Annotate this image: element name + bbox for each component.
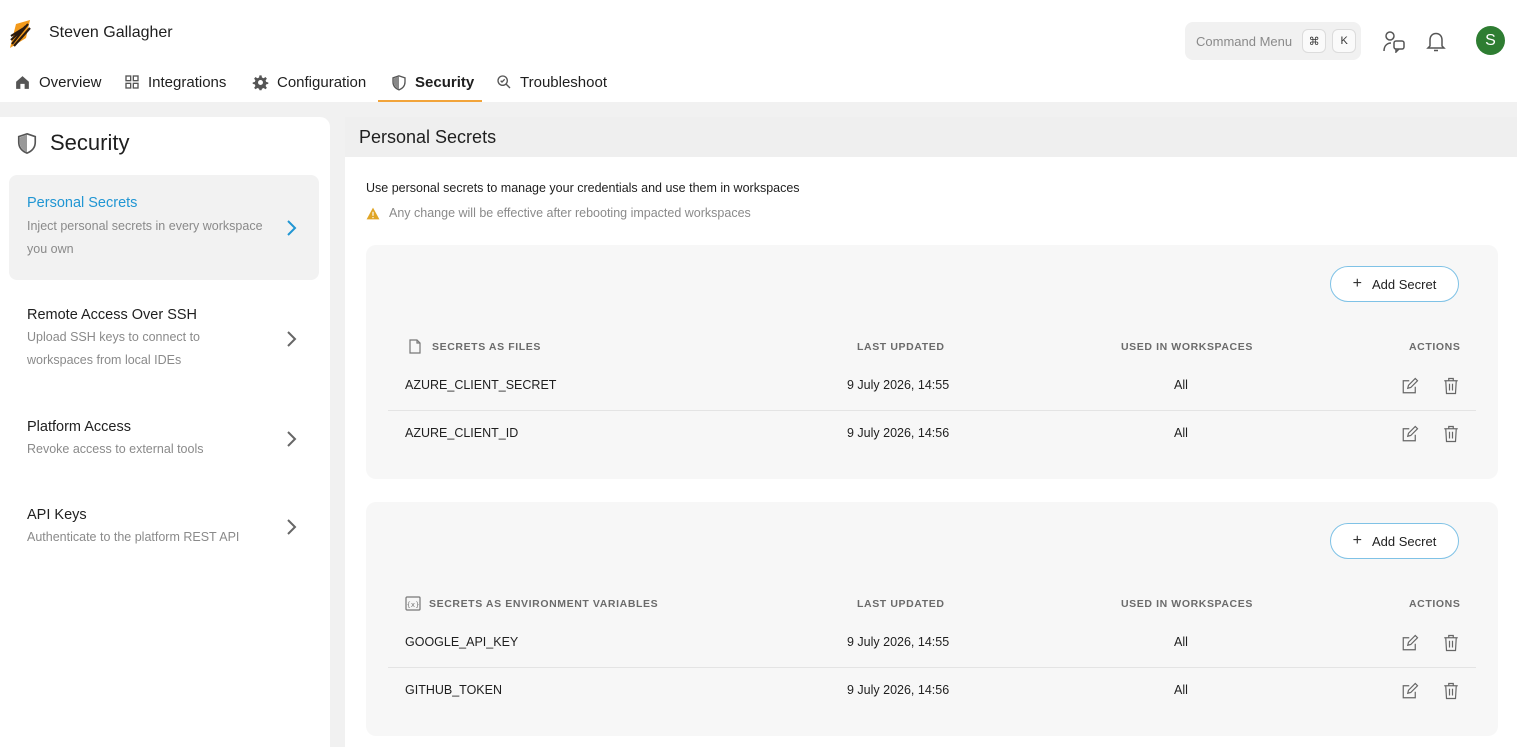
actions-header: ACTIONS [1409, 341, 1461, 353]
used-in-workspaces-header: USED IN WORKSPACES [1121, 598, 1253, 610]
chevron-right-icon [287, 519, 297, 535]
support-chat-icon[interactable] [1381, 28, 1407, 54]
add-secret-button[interactable]: + Add Secret [1330, 523, 1459, 559]
sidebar-item-remote-access-ssh[interactable]: Remote Access Over SSH Upload SSH keys t… [9, 290, 319, 390]
app-logo[interactable] [6, 18, 34, 50]
sidebar-item-desc: Revoke access to external tools [27, 442, 204, 456]
table-row: GOOGLE_API_KEY 9 July 2026, 14:55 All [388, 620, 1476, 668]
plus-icon: + [1352, 275, 1362, 292]
chevron-right-icon [287, 220, 297, 236]
secret-used: All [1174, 635, 1188, 649]
sidebar-item-title: API Keys [27, 507, 87, 523]
actions-header: ACTIONS [1409, 598, 1461, 610]
last-updated-header: LAST UPDATED [857, 341, 945, 353]
secret-name: AZURE_CLIENT_ID [405, 426, 519, 440]
personal-secrets-panel: Personal Secrets Use personal secrets to… [345, 117, 1517, 747]
sidebar-item-title: Platform Access [27, 419, 131, 435]
table-row: AZURE_CLIENT_SECRET 9 July 2026, 14:55 A… [388, 363, 1476, 411]
secrets-env-card: + Add Secret {x} SECRETS AS ENVIRONMENT … [366, 502, 1498, 736]
add-secret-label: Add Secret [1372, 276, 1437, 292]
shield-icon [17, 132, 37, 154]
environment-variable-icon: {x} [405, 596, 421, 611]
trash-icon[interactable] [1442, 682, 1460, 700]
chevron-right-icon [287, 331, 297, 347]
tab-security[interactable]: Security [391, 68, 474, 102]
shield-icon [392, 75, 406, 91]
bell-icon[interactable] [1423, 28, 1449, 54]
k-key-badge: K [1332, 29, 1357, 53]
page-title: Personal Secrets [359, 127, 497, 147]
used-in-workspaces-header: USED IN WORKSPACES [1121, 341, 1253, 353]
sidebar-item-title: Remote Access Over SSH [27, 307, 198, 323]
sidebar-header: Security [16, 130, 129, 156]
user-name: Steven Gallagher [49, 24, 173, 41]
command-menu-button[interactable]: Command Menu ⌘ K [1185, 22, 1361, 60]
secret-name: AZURE_CLIENT_SECRET [405, 378, 557, 392]
tab-label: Overview [39, 74, 102, 91]
secret-updated: 9 July 2026, 14:55 [847, 635, 950, 649]
table-row: AZURE_CLIENT_ID 9 July 2026, 14:56 All [388, 411, 1476, 459]
command-key-badge: ⌘ [1302, 29, 1327, 53]
plus-icon: + [1352, 532, 1362, 549]
sidebar-item-personal-secrets[interactable]: Personal Secrets Inject personal secrets… [9, 175, 319, 280]
secret-name: GITHUB_TOKEN [405, 683, 503, 697]
files-section-header: SECRETS AS FILES [432, 341, 541, 353]
warning-icon [366, 207, 380, 219]
secret-name: GOOGLE_API_KEY [405, 635, 519, 649]
tab-overview[interactable]: Overview [14, 68, 102, 102]
grid-icon [125, 75, 139, 89]
env-section-header: SECRETS AS ENVIRONMENT VARIABLES [429, 598, 659, 610]
svg-text:{x}: {x} [406, 601, 419, 609]
tab-troubleshoot[interactable]: Troubleshoot [496, 68, 607, 102]
secret-used: All [1174, 683, 1188, 697]
main-tabs: Overview Integrations Configuration Secu… [0, 68, 1517, 102]
add-secret-button[interactable]: + Add Secret [1330, 266, 1459, 302]
command-menu-label: Command Menu [1196, 33, 1293, 49]
home-icon [16, 76, 29, 89]
tab-label: Configuration [277, 74, 367, 91]
chevron-right-icon [287, 431, 297, 447]
secret-updated: 9 July 2026, 14:56 [847, 683, 950, 697]
edit-icon[interactable] [1401, 682, 1419, 700]
secret-updated: 9 July 2026, 14:55 [847, 378, 950, 392]
secret-updated: 9 July 2026, 14:56 [847, 426, 950, 440]
edit-icon[interactable] [1401, 425, 1419, 443]
trash-icon[interactable] [1442, 634, 1460, 652]
file-icon [409, 339, 421, 354]
tab-label: Troubleshoot [520, 74, 607, 91]
edit-icon[interactable] [1401, 377, 1419, 395]
avatar[interactable]: S [1476, 26, 1505, 55]
sidebar-item-api-keys[interactable]: API Keys Authenticate to the platform RE… [9, 490, 319, 566]
tab-label: Integrations [148, 74, 227, 91]
panel-header: Personal Secrets [345, 117, 1517, 157]
last-updated-header: LAST UPDATED [857, 598, 945, 610]
sidebar-item-platform-access[interactable]: Platform Access Revoke access to externa… [9, 402, 319, 478]
tab-integrations[interactable]: Integrations [124, 68, 226, 102]
tab-configuration[interactable]: Configuration [252, 68, 366, 102]
table-row: GITHUB_TOKEN 9 July 2026, 14:56 All [388, 668, 1476, 716]
tab-label: Security [415, 74, 475, 91]
warning-text: Any change will be effective after reboo… [389, 206, 751, 220]
intro-text: Use personal secrets to manage your cred… [366, 181, 800, 195]
sidebar-item-title: Personal Secrets [27, 195, 138, 211]
edit-icon[interactable] [1401, 634, 1419, 652]
gear-icon [252, 75, 269, 91]
troubleshoot-icon [497, 75, 511, 89]
secrets-files-card: + Add Secret SECRETS AS FILES LAST UPDAT… [366, 245, 1498, 479]
secret-used: All [1174, 378, 1188, 392]
sidebar-title: Security [50, 130, 130, 155]
sidebar-item-desc: Authenticate to the platform REST API [27, 530, 240, 544]
secret-used: All [1174, 426, 1188, 440]
top-header: Steven Gallagher Command Menu ⌘ K S [0, 0, 1517, 68]
add-secret-label: Add Secret [1372, 533, 1437, 549]
sidebar-item-desc: Upload SSH keys to connect to workspaces… [27, 330, 201, 367]
trash-icon[interactable] [1442, 377, 1460, 395]
warning-message: Any change will be effective after reboo… [366, 206, 751, 220]
trash-icon[interactable] [1442, 425, 1460, 443]
sidebar-item-desc: Inject personal secrets in every workspa… [27, 219, 263, 256]
